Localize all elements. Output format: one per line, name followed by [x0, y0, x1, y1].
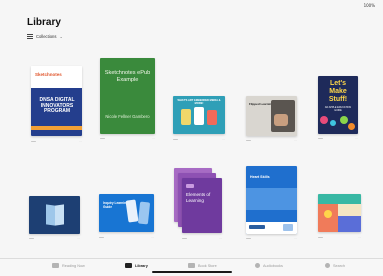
book-title: Heart Skills	[250, 175, 270, 179]
cover-shape	[324, 210, 332, 218]
device-illustration	[137, 201, 151, 225]
app-window: 100% Library Collections ⌄ Sketchnotes D…	[0, 0, 383, 276]
meta-tag	[173, 138, 178, 141]
meta-tag	[31, 140, 36, 143]
illustration	[181, 109, 191, 125]
more-icon[interactable]: ···	[151, 236, 154, 239]
illustration	[207, 110, 217, 125]
more-icon[interactable]: ···	[294, 237, 297, 240]
book-heart-skills[interactable]: Heart Skills	[246, 166, 297, 234]
collections-label: Collections	[36, 34, 57, 39]
book-meta: ···	[182, 237, 222, 240]
cover-wave	[246, 188, 297, 210]
book-open-book[interactable]	[29, 196, 80, 234]
meta-tag	[100, 137, 105, 140]
list-icon	[27, 34, 33, 39]
book-title: Let's Make Stuff!	[328, 80, 348, 103]
book-title: DNSA DIGITAL INNOVATORS PROGRAM	[39, 97, 75, 114]
battery-indicator: 100%	[363, 3, 375, 8]
tab-label: Audiobooks	[263, 263, 283, 268]
book-subtitle: AN APPLE EDUCATION GUIDE	[324, 106, 352, 112]
more-icon[interactable]: ···	[355, 137, 358, 140]
tab-reading-now[interactable]: Reading Now	[52, 263, 85, 268]
cover-stripe	[31, 126, 82, 130]
meta-tag	[318, 236, 323, 239]
decorative-shape	[340, 116, 348, 124]
cover-shape	[318, 204, 338, 232]
book-meta: ···	[318, 236, 361, 239]
meta-tag	[246, 237, 251, 240]
decorative-shape	[320, 116, 328, 124]
more-icon[interactable]: ···	[77, 237, 80, 240]
open-book-icon	[46, 204, 64, 226]
book-meta: ···	[173, 138, 225, 141]
book-title: Elements of Learning	[186, 192, 211, 203]
book-elements-of-learning[interactable]: Elements of Learning	[182, 178, 222, 233]
book-lets-make-stuff[interactable]: Let's Make Stuff! AN APPLE EDUCATION GUI…	[318, 76, 358, 134]
collections-button[interactable]: Collections ⌄	[27, 34, 63, 39]
store-icon	[188, 263, 195, 268]
publisher-badge	[283, 224, 293, 231]
more-icon[interactable]: ···	[219, 237, 222, 240]
cover-tag	[186, 184, 194, 188]
tab-library[interactable]: Library	[125, 263, 148, 268]
more-icon[interactable]: ···	[222, 138, 225, 141]
book-brand: Sketchnotes	[35, 72, 62, 77]
chevron-down-icon: ⌄	[59, 34, 63, 39]
book-meta: ···	[31, 140, 82, 143]
book-meta: ···	[99, 236, 154, 239]
cover-photo-detail	[274, 114, 288, 126]
book-flipped-learning[interactable]: Flipped Learning for Teaching	[246, 96, 297, 136]
meta-tag	[182, 237, 187, 240]
cover-shape	[338, 216, 361, 232]
tab-label: Search	[333, 263, 346, 268]
cover-footer	[246, 222, 297, 234]
more-icon[interactable]: ···	[152, 137, 155, 140]
book-open-icon	[52, 263, 59, 268]
tab-label: Reading Now	[62, 263, 85, 268]
more-icon[interactable]: ···	[294, 139, 297, 142]
decorative-shape	[330, 120, 336, 126]
book-meta: ···	[100, 137, 155, 140]
home-indicator[interactable]	[152, 271, 232, 273]
headphones-icon	[255, 263, 260, 268]
book-meta: ···	[318, 137, 358, 140]
book-dnsa[interactable]: Sketchnotes DNSA DIGITAL INNOVATORS PROG…	[31, 66, 82, 136]
more-icon[interactable]: ···	[79, 140, 82, 143]
book-inquiry-learning[interactable]: Inquiry Learning Guide	[99, 194, 154, 232]
library-icon	[125, 263, 132, 268]
tab-label: Library	[135, 263, 148, 268]
tab-label: Book Store	[198, 263, 217, 268]
search-icon	[325, 263, 330, 268]
book-meta: ···	[29, 237, 80, 240]
tab-bar: Reading Now Library Book Store Audiobook…	[0, 258, 383, 276]
cover-shape	[318, 194, 361, 204]
publisher-logo	[249, 225, 265, 229]
book-meta: ···	[246, 237, 297, 240]
device-illustration	[125, 199, 139, 223]
book-sketchnotes-epub[interactable]: Sketchnotes ePub Example Nicole Fellner …	[100, 58, 155, 134]
meta-tag	[99, 236, 104, 239]
tab-search[interactable]: Search	[325, 263, 345, 268]
book-meta: ···	[246, 139, 297, 142]
book-title: Sketchnotes ePub Example	[104, 70, 151, 83]
meta-tag	[246, 139, 251, 142]
cover-top	[31, 66, 82, 88]
more-icon[interactable]: ···	[358, 236, 361, 239]
illustration	[194, 107, 204, 125]
meta-tag	[29, 237, 34, 240]
decorative-shape	[348, 123, 355, 130]
tab-book-store[interactable]: Book Store	[188, 263, 217, 268]
book-embedded-media[interactable]: WHAT'S ART EMBEDDED MEDIA & MORE!	[173, 96, 225, 134]
page-title: Library	[27, 17, 61, 28]
book-colorful[interactable]	[318, 194, 361, 232]
meta-tag	[318, 137, 323, 140]
tab-audiobooks[interactable]: Audiobooks	[255, 263, 283, 268]
book-author: Nicole Fellner Gambero	[105, 114, 150, 119]
book-header: WHAT'S ART EMBEDDED MEDIA & MORE!	[177, 99, 221, 105]
